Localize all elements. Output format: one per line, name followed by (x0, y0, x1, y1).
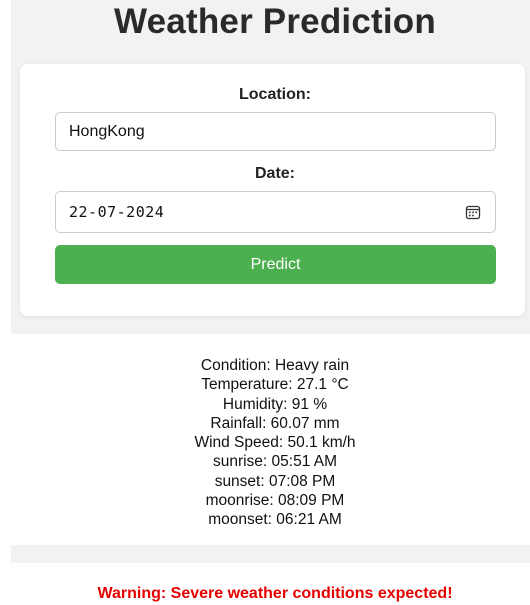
section-divider (11, 545, 530, 563)
result-rainfall: Rainfall: 60.07 mm (210, 414, 340, 432)
prediction-results: Condition: Heavy rain Temperature: 27.1 … (0, 356, 530, 530)
result-sunset: sunset: 07:08 PM (214, 472, 336, 490)
result-wind-speed: Wind Speed: 50.1 km/h (194, 434, 356, 452)
severe-weather-warning: Warning: Severe weather conditions expec… (97, 585, 453, 602)
result-humidity: Humidity: 91 % (222, 395, 328, 413)
location-input[interactable] (55, 112, 496, 151)
page-title: Weather Prediction (114, 2, 436, 41)
calendar-icon[interactable] (465, 204, 481, 220)
result-moonset: moonset: 06:21 AM (208, 511, 342, 529)
result-moonrise: moonrise: 08:09 PM (205, 492, 345, 510)
date-input[interactable]: 22-07-2024 (55, 191, 496, 233)
predict-button[interactable]: Predict (55, 245, 496, 284)
result-condition: Condition: Heavy rain (200, 357, 350, 374)
result-sunrise: sunrise: 05:51 AM (212, 453, 338, 471)
result-temperature: Temperature: 27.1 °C (201, 376, 349, 394)
date-label: Date: (254, 165, 295, 182)
date-value: 22-07-2024 (69, 203, 165, 221)
location-label: Location: (239, 86, 311, 103)
